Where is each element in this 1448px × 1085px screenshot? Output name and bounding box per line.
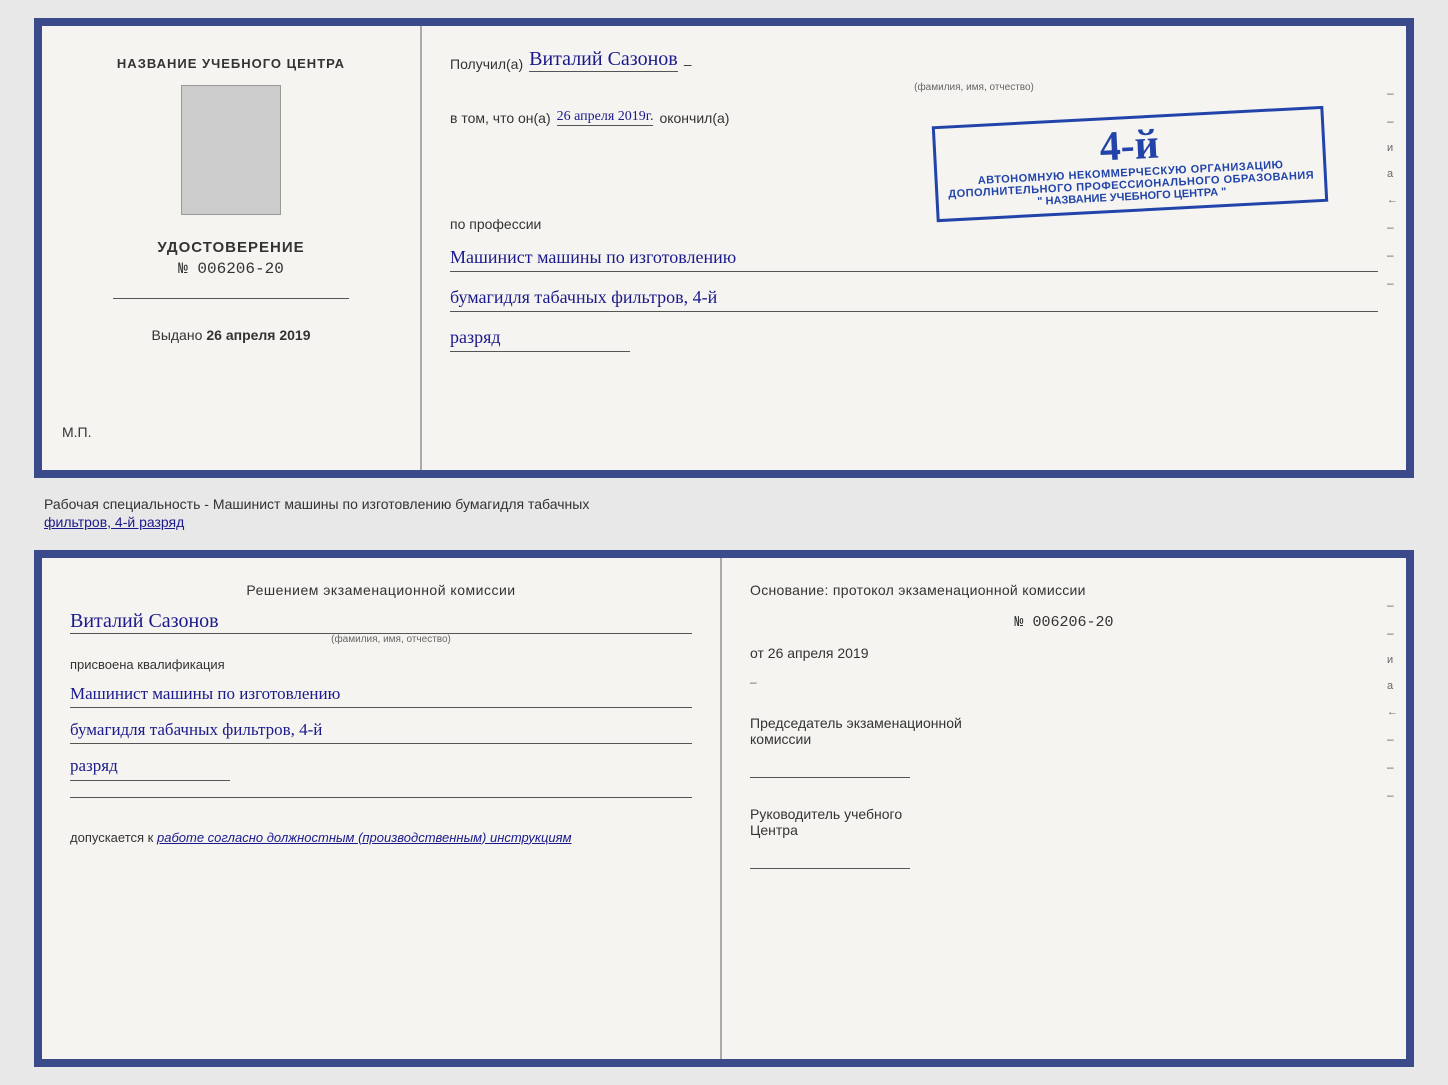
recipient-name: Виталий Сазонов: [529, 48, 678, 72]
predsedatel-text: Председатель экзаменационной комиссии: [750, 715, 1378, 747]
bottom-profession-line1: Машинист машины по изготовлению: [70, 680, 692, 708]
predsedatel-signature-line: [750, 777, 910, 778]
udostoverenie-label: УДОСТОВЕРЕНИЕ: [157, 239, 304, 256]
middle-label-area: Рабочая специальность - Машинист машины …: [34, 490, 1414, 538]
vtom-date: 26 апреля 2019г.: [557, 109, 654, 126]
rukovoditel-line2: Центра: [750, 822, 1378, 838]
bottom-recipient-name: Виталий Сазонов: [70, 610, 692, 634]
poluchil-text: Получил(а): [450, 56, 523, 72]
predsedatel-line1: Председатель экзаменационной: [750, 715, 1378, 731]
vydano-label: Выдано: [151, 327, 202, 343]
ot-prefix: от: [750, 645, 764, 661]
dash-after-name: –: [684, 56, 692, 72]
prisvoena-text: присвоена квалификация: [70, 657, 692, 672]
rukovoditel-signature-line: [750, 868, 910, 869]
stamp-block: 4-й АВТОНОМНУЮ НЕКОММЕРЧЕСКУЮ ОРГАНИЗАЦИ…: [931, 106, 1328, 222]
profession-line3: разряд: [450, 324, 630, 352]
org-name-top-label: НАЗВАНИЕ УЧЕБНОГО ЦЕНТРА: [117, 56, 345, 71]
cert-top-right-panel: Получил(а) Виталий Сазонов – (фамилия, и…: [422, 26, 1406, 470]
side-decorations-top: – – и а ← – – –: [1387, 86, 1398, 290]
certificate-bottom: Решением экзаменационной комиссии Витали…: [34, 550, 1414, 1067]
middle-static-text: Рабочая специальность - Машинист машины …: [44, 496, 589, 512]
po-professii: по профессии: [450, 216, 1378, 232]
ot-date: от 26 апреля 2019: [750, 645, 1378, 661]
fio-label-top: (фамилия, имя, отчество): [570, 82, 1378, 93]
middle-underline-text: фильтров, 4-й разряд: [44, 514, 184, 530]
profession-line2: бумагидля табачных фильтров, 4-й: [450, 284, 1378, 312]
osnovanie-text: Основание: протокол экзаменационной коми…: [750, 582, 1378, 598]
dopusk-work: работе согласно должностным (производств…: [157, 830, 572, 845]
udostoverenie-number: № 006206-20: [157, 260, 304, 278]
resheniyem-text: Решением экзаменационной комиссии: [70, 582, 692, 598]
predsedatel-line2: комиссии: [750, 731, 1378, 747]
cert-bottom-left-panel: Решением экзаменационной комиссии Витали…: [42, 558, 722, 1059]
profession-line1: Машинист машины по изготовлению: [450, 244, 1378, 272]
rukovoditel-text: Руководитель учебного Центра: [750, 806, 1378, 838]
dopusk-prefix: допускается к: [70, 830, 153, 845]
mp-label: М.П.: [62, 424, 92, 440]
cert-bottom-right-panel: Основание: протокол экзаменационной коми…: [722, 558, 1406, 1059]
vtom-prefix: в том, что он(а): [450, 110, 551, 126]
protocol-number: № 006206-20: [750, 614, 1378, 631]
dopuskaetsya-text: допускается к работе согласно должностны…: [70, 830, 692, 845]
ot-date-value: 26 апреля 2019: [768, 645, 869, 661]
vydano-date: 26 апреля 2019: [206, 327, 310, 343]
bottom-profession-line3: разряд: [70, 752, 230, 780]
certificate-top: НАЗВАНИЕ УЧЕБНОГО ЦЕНТРА УДОСТОВЕРЕНИЕ №…: [34, 18, 1414, 478]
photo-placeholder: [181, 85, 281, 215]
side-decorations-bottom: – – и а ← – – –: [1387, 598, 1398, 802]
okonchil: окончил(а): [659, 110, 729, 126]
fio-label-bottom: (фамилия, имя, отчество): [90, 634, 692, 645]
rukovoditel-line1: Руководитель учебного: [750, 806, 1378, 822]
bottom-profession-line2: бумагидля табачных фильтров, 4-й: [70, 716, 692, 744]
cert-top-left-panel: НАЗВАНИЕ УЧЕБНОГО ЦЕНТРА УДОСТОВЕРЕНИЕ №…: [42, 26, 422, 470]
